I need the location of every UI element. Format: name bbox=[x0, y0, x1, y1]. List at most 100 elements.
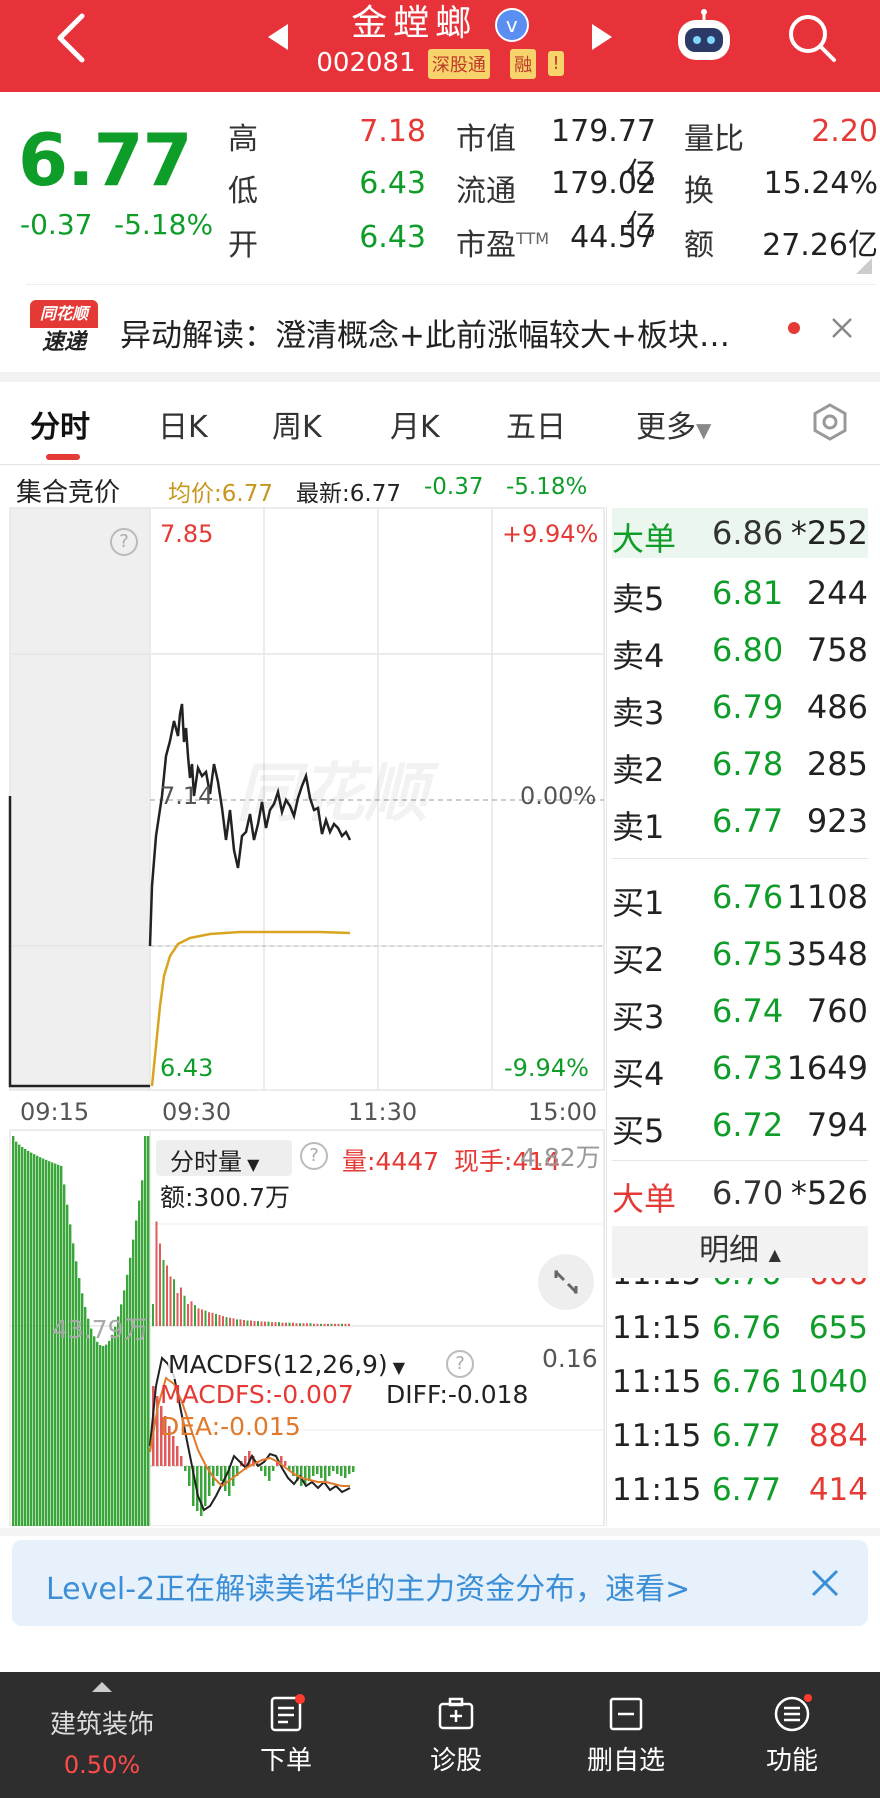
trade-volume-bar bbox=[281, 1322, 284, 1326]
asks-price: 6.81 bbox=[712, 574, 784, 612]
turnover-label: 换 bbox=[684, 174, 714, 209]
asks-row[interactable]: 卖3 6.79 486 bbox=[612, 682, 868, 732]
news-text[interactable]: 异动解读：澄清概念+此前涨幅较大+板块… bbox=[120, 310, 780, 355]
auction-volume-bar bbox=[27, 1150, 30, 1526]
functions-button[interactable]: 功能 bbox=[704, 1672, 880, 1798]
tick-vol: 606 bbox=[809, 1278, 868, 1292]
bids-row[interactable]: 买4 6.73 1649 bbox=[612, 1043, 868, 1093]
volume-selector[interactable]: 分时量 ▼ bbox=[156, 1140, 292, 1176]
bids-row[interactable]: 买5 6.72 794 bbox=[612, 1100, 868, 1150]
stock-code: 002081 bbox=[316, 48, 416, 78]
bids-vol: 1649 bbox=[786, 1049, 868, 1087]
asks-vol: 285 bbox=[806, 745, 868, 783]
banner-text: Level-2正在解读美诺华的主力资金分布，速看> bbox=[46, 1572, 691, 1607]
tab-more[interactable]: 更多▼ bbox=[636, 402, 711, 446]
auction-volume-bar bbox=[117, 1316, 120, 1526]
tab-five-day[interactable]: 五日 bbox=[506, 402, 566, 446]
asks-label: 卖3 bbox=[612, 694, 665, 732]
trade-volume-bar bbox=[337, 1323, 340, 1326]
big-order-top[interactable]: 大单 6.86 *252 bbox=[612, 508, 868, 558]
macd-diff: DIFF:-0.018 bbox=[386, 1380, 529, 1409]
high-label: 高 bbox=[228, 122, 258, 157]
trade-volume-bar bbox=[278, 1322, 280, 1326]
bids-price: 6.75 bbox=[712, 935, 784, 973]
sector-item[interactable]: 建筑装饰 0.50% bbox=[14, 1672, 190, 1798]
trade-volume-bar bbox=[334, 1323, 336, 1326]
bids-label: 买4 bbox=[612, 1055, 665, 1093]
volume-help-icon[interactable]: ? bbox=[300, 1142, 328, 1170]
tick-price: 6.76 bbox=[712, 1364, 782, 1400]
mktcap-label: 市值 bbox=[456, 122, 516, 157]
trade-volume-bar bbox=[162, 1260, 165, 1326]
volume-value: 量:4447 bbox=[342, 1147, 440, 1176]
bids-vol: 760 bbox=[806, 992, 868, 1030]
chart-help-icon[interactable]: ? bbox=[110, 528, 138, 556]
auction-area-bg bbox=[10, 508, 150, 1090]
bids-row[interactable]: 买3 6.74 760 bbox=[612, 986, 868, 1036]
asks-row[interactable]: 卖2 6.78 285 bbox=[612, 739, 868, 789]
trade-volume-bar bbox=[187, 1304, 189, 1326]
macd-help-icon[interactable]: ? bbox=[446, 1350, 474, 1378]
tab-weekly-k[interactable]: 周K bbox=[272, 402, 322, 446]
open-value: 6.43 bbox=[359, 220, 426, 255]
top-price-label: 7.85 bbox=[160, 520, 214, 548]
tag-alert: ! bbox=[548, 51, 564, 76]
macd-bar bbox=[332, 1466, 335, 1471]
trade-volume-bar bbox=[330, 1323, 333, 1326]
search-icon[interactable] bbox=[786, 12, 838, 64]
auction-volume-bar bbox=[66, 1204, 69, 1526]
bids-row[interactable]: 买2 6.75 3548 bbox=[612, 929, 868, 979]
asks-row[interactable]: 卖1 6.77 923 bbox=[612, 796, 868, 846]
trade-volume-bar bbox=[204, 1310, 207, 1326]
price-change: -0.37 bbox=[20, 208, 93, 241]
robot-assistant-icon[interactable] bbox=[672, 8, 736, 68]
mid-pct-label: 0.00% bbox=[520, 782, 597, 810]
asks-row[interactable]: 卖4 6.80 758 bbox=[612, 625, 868, 675]
expand-corner-icon[interactable] bbox=[854, 256, 874, 276]
next-stock-icon[interactable] bbox=[590, 22, 614, 52]
detail-toggle[interactable]: 明细 ▲ bbox=[612, 1226, 868, 1278]
macd-selector[interactable]: MACDFS(12,26,9) ▼ bbox=[168, 1350, 406, 1379]
close-news-icon[interactable] bbox=[830, 316, 854, 340]
avg-price: 均价:6.77 bbox=[168, 481, 273, 507]
tick-list[interactable]: 11:156.7660611:156.7665511:156.76104011:… bbox=[612, 1278, 868, 1526]
big-order-bottom[interactable]: 大单 6.70 *526 bbox=[612, 1168, 868, 1218]
remove-watchlist-button[interactable]: 删自选 bbox=[538, 1672, 714, 1798]
auction-volume-bar bbox=[63, 1184, 66, 1526]
tab-daily-k[interactable]: 日K bbox=[158, 402, 208, 446]
volratio-value: 2.20 bbox=[811, 114, 878, 149]
auction-volume-bar bbox=[90, 1328, 93, 1526]
tab-monthly-k[interactable]: 月K bbox=[390, 402, 440, 446]
bids-row[interactable]: 买1 6.76 1108 bbox=[612, 872, 868, 922]
tab-intraday[interactable]: 分时 bbox=[30, 402, 90, 446]
trade-volume-bar bbox=[348, 1323, 350, 1326]
auction-volume-bar bbox=[33, 1154, 36, 1526]
trade-volume-bar bbox=[211, 1312, 214, 1326]
trade-volume-bar bbox=[264, 1321, 266, 1326]
big-order-top-vol: *252 bbox=[790, 514, 868, 552]
bids-label: 买3 bbox=[612, 998, 665, 1036]
trade-volume-bar bbox=[309, 1323, 312, 1326]
trade-volume-bar bbox=[236, 1319, 238, 1326]
level2-banner[interactable]: Level-2正在解读美诺华的主力资金分布，速看> bbox=[12, 1540, 868, 1626]
auction-volume-bar bbox=[75, 1261, 78, 1526]
diagnose-label: 诊股 bbox=[429, 1746, 482, 1776]
fullscreen-icon[interactable] bbox=[538, 1254, 594, 1310]
orderbook-separator bbox=[606, 506, 607, 1526]
settings-hex-icon[interactable] bbox=[810, 402, 850, 442]
bids-price: 6.74 bbox=[712, 992, 784, 1030]
asks-row[interactable]: 卖5 6.81 244 bbox=[612, 568, 868, 618]
auction-volume-bar bbox=[105, 1344, 108, 1526]
amount-label: 额 bbox=[684, 228, 714, 263]
order-button[interactable]: 下单 bbox=[198, 1672, 374, 1798]
auction-volume-bar bbox=[135, 1220, 138, 1526]
stock-title: 金螳螂 v bbox=[0, 0, 880, 46]
diagnose-button[interactable]: 诊股 bbox=[368, 1672, 544, 1798]
close-banner-icon[interactable] bbox=[810, 1568, 840, 1598]
volume-amount: 额:300.7万 bbox=[160, 1183, 290, 1212]
low-value: 6.43 bbox=[359, 166, 426, 201]
macd-dropdown-icon: ▼ bbox=[387, 1358, 406, 1377]
macd-bar bbox=[304, 1466, 307, 1484]
pe-label: 市盈TTM bbox=[456, 220, 549, 264]
trade-volume-bar bbox=[306, 1323, 308, 1326]
